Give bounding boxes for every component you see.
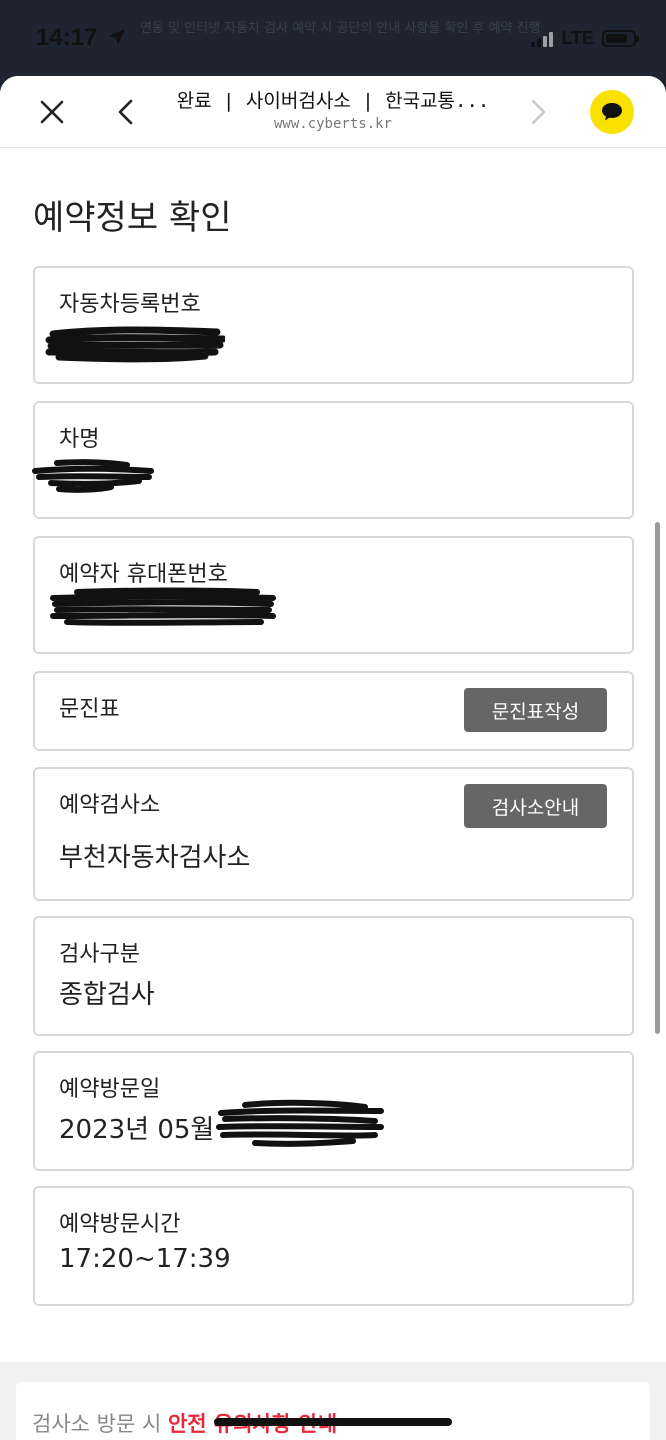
phone-card: 예약자 휴대폰번호 [33,536,634,654]
car-number-card: 자동차등록번호 [33,266,634,384]
scrollbar[interactable] [655,522,660,1034]
status-indicators: LTE [531,28,639,49]
close-icon [40,100,64,124]
home-indicator[interactable] [214,1418,452,1426]
chevron-right-icon [531,99,546,125]
network-type: LTE [561,28,594,48]
visit-time-value: 17:20~17:39 [59,1244,231,1274]
close-button[interactable] [32,92,72,132]
car-number-label: 자동차등록번호 [59,292,201,317]
redaction-mark [45,326,225,363]
forward-button[interactable] [518,92,558,132]
status-time: 14:17 [36,24,98,51]
kakao-talk-button[interactable] [590,90,634,134]
car-name-card: 차명 [32,401,634,519]
url-text: www.cyberts.kr [273,116,392,132]
inspection-type-label: 검사구분 [59,942,140,967]
car-name-label: 차명 [59,427,100,452]
page-heading: 예약정보 확인 [33,198,232,238]
status-bar: 14:17 LTE [0,0,666,80]
phone-label: 예약자 휴대폰번호 [59,562,228,587]
inspection-type-card: 검사구분 종합검사 [33,916,634,1036]
visit-time-label: 예약방문시간 [59,1212,181,1237]
center-info-button[interactable]: 검사소안내 [464,784,607,828]
notice-prefix: 검사소 방문 시 [32,1412,168,1436]
visit-date-card: 예약방문일 2023년 05월 [33,1051,634,1171]
redaction-mark [32,459,154,493]
inspection-type-value: 종합검사 [59,980,155,1010]
page-title-bar: 완료 | 사이버검사소 | 한국교통... [176,90,490,112]
questionnaire-label: 문진표 [59,697,120,722]
write-questionnaire-button[interactable]: 문진표작성 [464,688,607,732]
questionnaire-card: 문진표 문진표작성 [33,671,634,751]
visit-date-label: 예약방문일 [59,1077,161,1102]
signal-icon [531,31,554,47]
visit-date-value: 2023년 05월 [59,1115,215,1145]
redaction-mark [216,1099,384,1147]
redaction-mark [50,587,276,626]
location-arrow-icon [108,28,126,50]
battery-icon [602,30,639,47]
inspection-center-value: 부천자동차검사소 [59,843,251,873]
browser-sheet: 완료 | 사이버검사소 | 한국교통... www.cyberts.kr 예약정… [0,76,666,1440]
browser-toolbar: 완료 | 사이버검사소 | 한국교통... www.cyberts.kr [0,76,666,148]
visit-time-card: 예약방문시간 17:20~17:39 [33,1186,634,1306]
chevron-left-icon [118,99,133,125]
chat-bubble-icon [602,103,622,121]
inspection-center-card: 예약검사소 검사소안내 부천자동차검사소 [33,767,634,901]
back-button[interactable] [106,92,146,132]
inspection-center-label: 예약검사소 [59,793,161,818]
notice-panel: 검사소 방문 시 안전 유의사항 안내 [0,1362,666,1440]
